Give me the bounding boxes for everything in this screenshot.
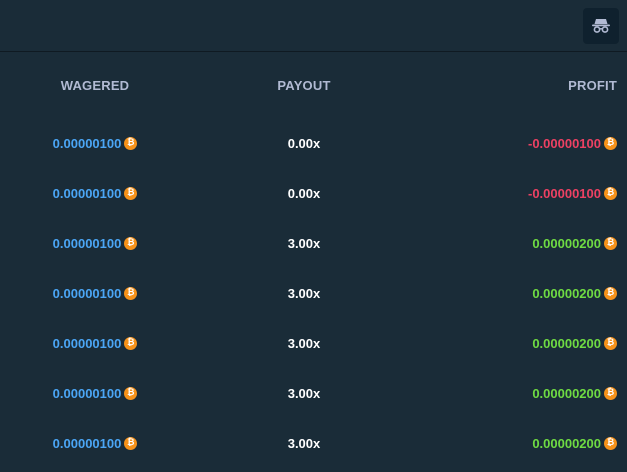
bitcoin-icon: ₿ — [124, 336, 138, 350]
wagered-cell-amount-wrap: 0.00000100 ₿ — [53, 236, 138, 251]
table-row[interactable]: 0.00000100 ₿ 3.00x 0.00000200 ₿ — [0, 218, 627, 268]
profit-cell-amount-wrap: 0.00000200 ₿ — [532, 236, 617, 251]
bet-history-panel: WAGERED PAYOUT PROFIT 0.00000100 ₿ 0.00x -0… — [0, 0, 627, 472]
profit-cell-amount-wrap: 0.00000200 ₿ — [532, 286, 617, 301]
bitcoin-icon: ₿ — [604, 436, 617, 450]
bitcoin-icon: ₿ — [124, 286, 138, 300]
profit-cell-amount-wrap: -0.00000100 ₿ — [528, 186, 617, 201]
profit-cell: -0.00000100 ₿ — [407, 168, 617, 218]
header-payout: PAYOUT — [277, 77, 331, 93]
payout-cell: 3.00x — [287, 435, 321, 451]
wagered-cell: 0.00000100 ₿ — [0, 418, 190, 468]
profit-cell: 0.00000200 ₿ — [407, 318, 617, 368]
profit-cell-value: 0.00000200 — [532, 335, 601, 351]
bitcoin-icon: ₿ — [604, 286, 617, 300]
incognito-icon — [592, 18, 610, 34]
profit-cell-amount-wrap: -0.00000100 ₿ — [528, 136, 617, 151]
bitcoin-icon: ₿ — [604, 386, 617, 400]
profit-cell-amount-wrap: 0.00000200 ₿ — [532, 436, 617, 451]
incognito-toggle-button[interactable] — [583, 8, 619, 44]
table-header: WAGERED PAYOUT PROFIT — [0, 52, 627, 118]
header-profit: PROFIT — [568, 77, 617, 93]
profit-cell: 0.00000200 ₿ — [407, 218, 617, 268]
wagered-cell: 0.00000100 ₿ — [0, 318, 190, 368]
wagered-cell: 0.00000100 ₿ — [0, 168, 190, 218]
header-wagered: WAGERED — [60, 77, 130, 93]
profit-cell: -0.00000100 ₿ — [407, 118, 617, 168]
table-row[interactable]: 0.00000100 ₿ 3.00x 0.00000200 ₿ — [0, 268, 627, 318]
profit-cell-value: -0.00000100 — [527, 185, 601, 201]
wagered-cell-value: 0.00000100 — [52, 385, 122, 401]
profit-cell-value: 0.00000200 — [532, 285, 601, 301]
profit-cell-amount-wrap: 0.00000200 ₿ — [532, 386, 617, 401]
payout-cell: 3.00x — [287, 285, 321, 301]
bitcoin-icon: ₿ — [124, 386, 138, 400]
wagered-cell-value: 0.00000100 — [52, 335, 122, 351]
profit-cell: 0.00000200 ₿ — [407, 418, 617, 468]
table-row[interactable]: 0.00000100 ₿ 0.00x -0.00000100 ₿ — [0, 168, 627, 218]
bitcoin-icon: ₿ — [604, 336, 617, 350]
bitcoin-icon: ₿ — [124, 236, 138, 250]
wagered-cell-value: 0.00000100 — [52, 285, 122, 301]
profit-cell-value: 0.00000200 — [532, 235, 601, 251]
table-row[interactable]: 0.00000100 ₿ 3.00x 0.00000200 ₿ — [0, 368, 627, 418]
bitcoin-icon: ₿ — [124, 136, 138, 150]
wagered-cell-value: 0.00000100 — [52, 185, 122, 201]
panel-toolbar — [0, 0, 627, 52]
wagered-cell-amount-wrap: 0.00000100 ₿ — [53, 136, 138, 151]
wagered-cell-value: 0.00000100 — [52, 235, 122, 251]
wagered-cell-amount-wrap: 0.00000100 ₿ — [53, 336, 138, 351]
table-body: 0.00000100 ₿ 0.00x -0.00000100 ₿ 0.00000100 ₿ 0… — [0, 118, 627, 468]
wagered-cell-amount-wrap: 0.00000100 ₿ — [53, 286, 138, 301]
wagered-cell: 0.00000100 ₿ — [0, 118, 190, 168]
bitcoin-icon: ₿ — [124, 436, 138, 450]
profit-cell-amount-wrap: 0.00000200 ₿ — [532, 336, 617, 351]
wagered-cell-value: 0.00000100 — [52, 135, 122, 151]
profit-cell: 0.00000200 ₿ — [407, 368, 617, 418]
wagered-cell: 0.00000100 ₿ — [0, 368, 190, 418]
payout-cell: 3.00x — [287, 235, 321, 251]
bitcoin-icon: ₿ — [604, 136, 617, 150]
bitcoin-icon: ₿ — [604, 236, 617, 250]
profit-cell-value: 0.00000200 — [532, 435, 601, 451]
profit-cell-value: 0.00000200 — [532, 385, 601, 401]
payout-cell: 3.00x — [287, 385, 321, 401]
wagered-cell-amount-wrap: 0.00000100 ₿ — [53, 386, 138, 401]
profit-cell: 0.00000200 ₿ — [407, 268, 617, 318]
payout-cell: 0.00x — [287, 185, 321, 201]
profit-cell-value: -0.00000100 — [527, 135, 601, 151]
table-row[interactable]: 0.00000100 ₿ 0.00x -0.00000100 ₿ — [0, 118, 627, 168]
wagered-cell: 0.00000100 ₿ — [0, 268, 190, 318]
bitcoin-icon: ₿ — [124, 186, 138, 200]
bets-table: WAGERED PAYOUT PROFIT 0.00000100 ₿ 0.00x -0… — [0, 52, 627, 468]
wagered-cell: 0.00000100 ₿ — [0, 218, 190, 268]
wagered-cell-value: 0.00000100 — [52, 435, 122, 451]
bitcoin-icon: ₿ — [604, 186, 617, 200]
wagered-cell-amount-wrap: 0.00000100 ₿ — [53, 436, 138, 451]
payout-cell: 3.00x — [287, 335, 321, 351]
table-row[interactable]: 0.00000100 ₿ 3.00x 0.00000200 ₿ — [0, 418, 627, 468]
table-row[interactable]: 0.00000100 ₿ 3.00x 0.00000200 ₿ — [0, 318, 627, 368]
payout-cell: 0.00x — [287, 135, 321, 151]
wagered-cell-amount-wrap: 0.00000100 ₿ — [53, 186, 138, 201]
